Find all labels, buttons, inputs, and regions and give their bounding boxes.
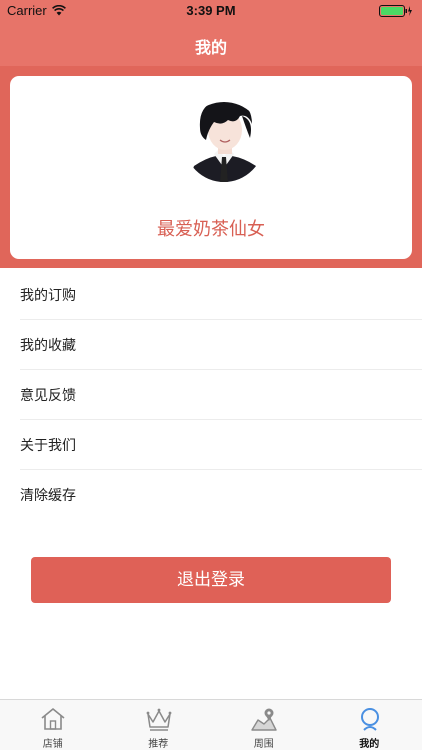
menu-item-label: 意见反馈 <box>20 388 76 404</box>
menu-item-label: 清除缓存 <box>20 488 76 504</box>
menu-item-feedback[interactable]: 意见反馈 <box>20 370 422 420</box>
battery-icon <box>379 5 412 17</box>
profile-header: 最爱奶茶仙女 <box>0 66 422 268</box>
menu-item-favorites[interactable]: 我的收藏 <box>20 320 422 370</box>
tab-nearby[interactable]: 周围 <box>211 700 317 750</box>
tab-label: 我的 <box>359 739 380 750</box>
menu-item-about-us[interactable]: 关于我们 <box>20 420 422 470</box>
tab-label: 周围 <box>253 739 274 750</box>
menu-item-label: 我的收藏 <box>20 338 76 354</box>
navigation-bar: 我的 <box>0 22 422 66</box>
tab-bar: 店铺 推荐 周围 我的 <box>0 699 422 750</box>
tab-label: 推荐 <box>148 739 169 750</box>
avatar[interactable] <box>176 94 272 190</box>
settings-menu: 我的订购 我的收藏 意见反馈 关于我们 清除缓存 <box>0 270 422 520</box>
tab-store[interactable]: 店铺 <box>0 700 106 750</box>
crown-icon <box>146 708 171 731</box>
menu-item-subscriptions[interactable]: 我的订购 <box>20 270 422 320</box>
tab-mine[interactable]: 我的 <box>317 700 422 750</box>
username: 最爱奶茶仙女 <box>157 219 265 240</box>
logout-button[interactable]: 退出登录 <box>31 557 391 603</box>
menu-item-clear-cache[interactable]: 清除缓存 <box>20 470 422 520</box>
map-pin-icon <box>251 708 277 731</box>
menu-item-label: 我的订购 <box>20 288 76 304</box>
status-time: 3:39 PM <box>186 3 236 18</box>
page-title: 我的 <box>194 38 227 57</box>
tab-recommend[interactable]: 推荐 <box>106 700 212 750</box>
home-icon <box>41 708 65 730</box>
profile-card: 最爱奶茶仙女 <box>10 76 412 259</box>
user-icon <box>360 708 379 731</box>
status-bar: Carrier 3:39 PM <box>0 0 422 22</box>
tab-label: 店铺 <box>42 739 63 750</box>
menu-item-label: 关于我们 <box>20 438 76 454</box>
